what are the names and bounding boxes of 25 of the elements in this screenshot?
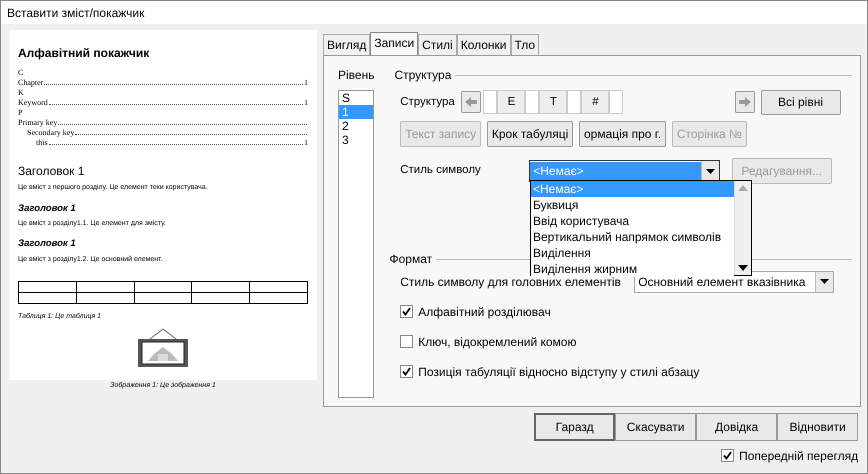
index-entry: Secondary key [27, 128, 74, 138]
index-heading: Алфавітний покажчик [18, 45, 150, 62]
preview-label: Попередній перегляд [739, 448, 858, 464]
char-style-label: Стиль символу [400, 163, 482, 178]
page-number: 1 [304, 98, 308, 108]
group-label: Формат [389, 251, 432, 268]
index-letter: P [18, 108, 22, 118]
subheading: Заголовок 1 [18, 202, 77, 216]
page-number: 1 [304, 78, 308, 88]
option-label: Ключ, відокремлений комою [418, 334, 576, 351]
page-number: 1 [304, 138, 308, 148]
heading: Заголовок 1 [18, 163, 86, 180]
index-letter: K [18, 88, 24, 98]
index-entry: Chapter [18, 78, 44, 88]
index-entry: Primary key [18, 118, 58, 128]
group-label: Структура [394, 67, 452, 84]
option-label: Позиція табуляції відносно відступу у стилі абзацу [418, 364, 700, 381]
level-label: Рівень [338, 67, 374, 84]
subheading: Заголовок 1 [18, 237, 77, 252]
index-entry: this [36, 138, 48, 148]
structure-label: Структура [400, 94, 455, 110]
index-entry: Keyword [18, 98, 48, 108]
option-label: Алфавітний розділювач [418, 304, 551, 321]
window-title: Вставити зміст/покажчик [0, 0, 868, 24]
index-letter: C [18, 68, 24, 78]
